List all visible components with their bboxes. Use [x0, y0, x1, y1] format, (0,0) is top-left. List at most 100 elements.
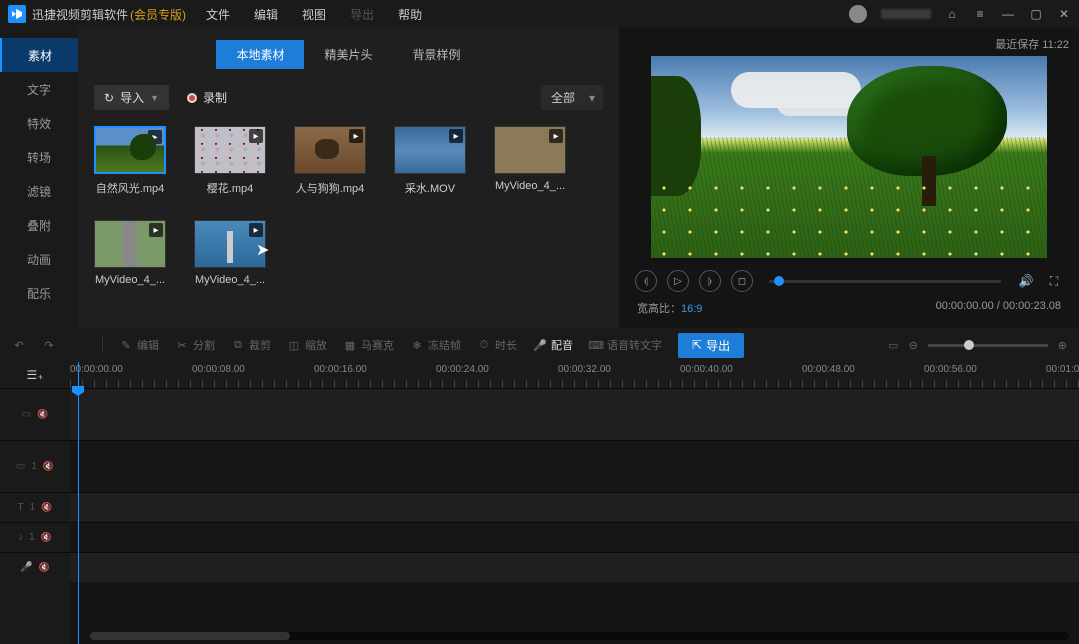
tool-配音[interactable]: 🎤配音 [533, 337, 573, 353]
tool-时长[interactable]: ⏱时长 [477, 337, 517, 353]
close-icon[interactable]: ✕ [1057, 7, 1071, 21]
ruler-tick: 00:00:40.00 [680, 364, 733, 375]
timeline-toolbar: ↶ ↷ ✎编辑 ✂分割 ⧉裁剪 ◫缩放 ▦马赛克 ❄冻结帧 ⏱时长 🎤配音 ⌨语音转文字 ⇱导出 ▭ ⊖ ⊕ [0, 328, 1079, 362]
clip-item[interactable]: ▸采水.MOV [394, 126, 466, 196]
fullscreen-icon[interactable]: ⛶ [1045, 272, 1063, 290]
tool-icon [72, 338, 86, 352]
media-tab-0[interactable]: 本地素材 [216, 40, 304, 69]
filter-select[interactable]: 全部 [541, 85, 603, 110]
add-to-timeline-icon[interactable]: ▸ [449, 129, 463, 143]
add-to-timeline-icon[interactable]: ▸ [149, 223, 163, 237]
tool-分割[interactable]: ✂分割 [175, 337, 215, 353]
tool-icon: ⏱ [477, 338, 491, 352]
tool-0[interactable]: ↶ [12, 338, 26, 352]
menu-icon[interactable]: ≡ [973, 7, 987, 21]
tool-冻结帧[interactable]: ❄冻结帧 [410, 337, 461, 353]
track-label[interactable]: 🎤🔇 [0, 552, 70, 582]
add-to-timeline-icon[interactable]: ▸ [148, 130, 162, 144]
clip-label: 自然风光.mp4 [94, 180, 166, 196]
volume-icon[interactable]: 🔊 [1017, 272, 1035, 290]
sidebar-item-转场[interactable]: 转场 [0, 140, 78, 174]
ruler-tick: 00:00:08.00 [192, 364, 245, 375]
add-to-timeline-icon[interactable]: ▸ [349, 129, 363, 143]
menu-文件[interactable]: 文件 [206, 6, 230, 23]
track-lane[interactable] [70, 552, 1079, 582]
zoom-slider[interactable] [928, 344, 1048, 347]
clip-label: 樱花.mp4 [194, 180, 266, 196]
track-mute-icon[interactable]: 🔇 [39, 562, 50, 573]
sidebar-item-配乐[interactable]: 配乐 [0, 276, 78, 310]
tool-icon: ✂ [175, 338, 189, 352]
add-to-timeline-icon[interactable]: ▸ [249, 223, 263, 237]
timeline-scrollbar[interactable] [90, 632, 1069, 640]
track-lane[interactable] [70, 492, 1079, 522]
ruler-tick: 00:01:04 [1046, 364, 1079, 375]
clip-label: MyVideo_4_... [194, 274, 266, 286]
home-icon[interactable]: ⌂ [945, 7, 959, 21]
tool-裁剪[interactable]: ⧉裁剪 [231, 337, 271, 353]
tool-缩放[interactable]: ◫缩放 [287, 337, 327, 353]
import-button[interactable]: ↻ 导入 ▼ [94, 85, 169, 110]
aspect-ratio: 宽高比：16:9 [637, 300, 702, 316]
track-mute-icon[interactable]: 🔇 [41, 532, 52, 543]
media-tab-2[interactable]: 背景样例 [393, 40, 481, 69]
minimize-icon[interactable]: — [1001, 7, 1015, 21]
tool-2[interactable] [72, 338, 86, 352]
ruler-tick: 00:00:32.00 [558, 364, 611, 375]
sidebar-item-素材[interactable]: 素材 [0, 38, 78, 72]
sidebar-item-特效[interactable]: 特效 [0, 106, 78, 140]
transport-controls: ⦉ ▷ ⦊ ◻ 🔊 ⛶ [629, 266, 1069, 296]
clip-item[interactable]: ▸MyVideo_4_... [94, 220, 166, 286]
import-label: 导入 [120, 89, 144, 106]
track-label[interactable]: ♪1🔇 [0, 522, 70, 552]
sidebar-item-叠附[interactable]: 叠附 [0, 208, 78, 242]
menu-视图[interactable]: 视图 [302, 6, 326, 23]
tool-马赛克[interactable]: ▦马赛克 [343, 337, 394, 353]
time-ruler[interactable]: 00:00:00.0000:00:08.0000:00:16.0000:00:2… [70, 362, 1079, 388]
titlebar: 迅捷视频剪辑软件(会员专版) 文件编辑视图导出帮助 ⌂ ≡ — ▢ ✕ [0, 0, 1079, 28]
clip-item[interactable]: ▸人与狗狗.mp4 [294, 126, 366, 196]
seek-bar[interactable] [769, 280, 1001, 283]
preview-viewport[interactable] [651, 56, 1047, 258]
track-lane[interactable] [70, 522, 1079, 552]
export-button[interactable]: ⇱导出 [678, 333, 744, 358]
add-to-timeline-icon[interactable]: ▸ [249, 129, 263, 143]
sidebar-item-滤镜[interactable]: 滤镜 [0, 174, 78, 208]
stop-button[interactable]: ◻ [731, 270, 753, 292]
maximize-icon[interactable]: ▢ [1029, 7, 1043, 21]
clip-item[interactable]: ▸ 自然风光.mp4 [94, 126, 166, 196]
tool-语音转文字[interactable]: ⌨语音转文字 [589, 337, 662, 353]
media-tab-1[interactable]: 精美片头 [304, 40, 392, 69]
menu-帮助[interactable]: 帮助 [398, 6, 422, 23]
sidebar-item-动画[interactable]: 动画 [0, 242, 78, 276]
tool-icon: ❄ [410, 338, 424, 352]
track-label[interactable]: ▭🔇 [0, 388, 70, 440]
clip-item[interactable]: ▸ MyVideo_4_... [194, 220, 266, 286]
menu-编辑[interactable]: 编辑 [254, 6, 278, 23]
fit-icon[interactable]: ▭ [888, 339, 898, 352]
track-mute-icon[interactable]: 🔇 [37, 409, 48, 420]
menu-导出[interactable]: 导出 [350, 6, 374, 23]
track-lane[interactable] [70, 388, 1079, 440]
avatar[interactable] [849, 5, 867, 23]
track-lane[interactable] [70, 440, 1079, 492]
track-mute-icon[interactable]: 🔇 [43, 461, 54, 472]
sidebar-item-文字[interactable]: 文字 [0, 72, 78, 106]
prev-frame-button[interactable]: ⦉ [635, 270, 657, 292]
clip-item[interactable]: ▸ 樱花.mp4 [194, 126, 266, 196]
timecode: 00:00:00.00 / 00:00:23.08 [936, 300, 1061, 316]
tool-1[interactable]: ↷ [42, 338, 56, 352]
next-frame-button[interactable]: ⦊ [699, 270, 721, 292]
track-label[interactable]: ▭1🔇 [0, 440, 70, 492]
zoom-in-icon[interactable]: ⊕ [1058, 339, 1067, 352]
add-to-timeline-icon[interactable]: ▸ [549, 129, 563, 143]
add-track-button[interactable]: ☰₊ [0, 362, 70, 388]
play-button[interactable]: ▷ [667, 270, 689, 292]
track-label[interactable]: T1🔇 [0, 492, 70, 522]
record-button[interactable]: 录制 [187, 89, 227, 106]
clip-item[interactable]: ▸MyVideo_4_... [494, 126, 566, 196]
track-mute-icon[interactable]: 🔇 [41, 502, 52, 513]
playhead[interactable] [78, 362, 79, 644]
zoom-out-icon[interactable]: ⊖ [909, 339, 918, 352]
tool-编辑[interactable]: ✎编辑 [119, 337, 159, 353]
